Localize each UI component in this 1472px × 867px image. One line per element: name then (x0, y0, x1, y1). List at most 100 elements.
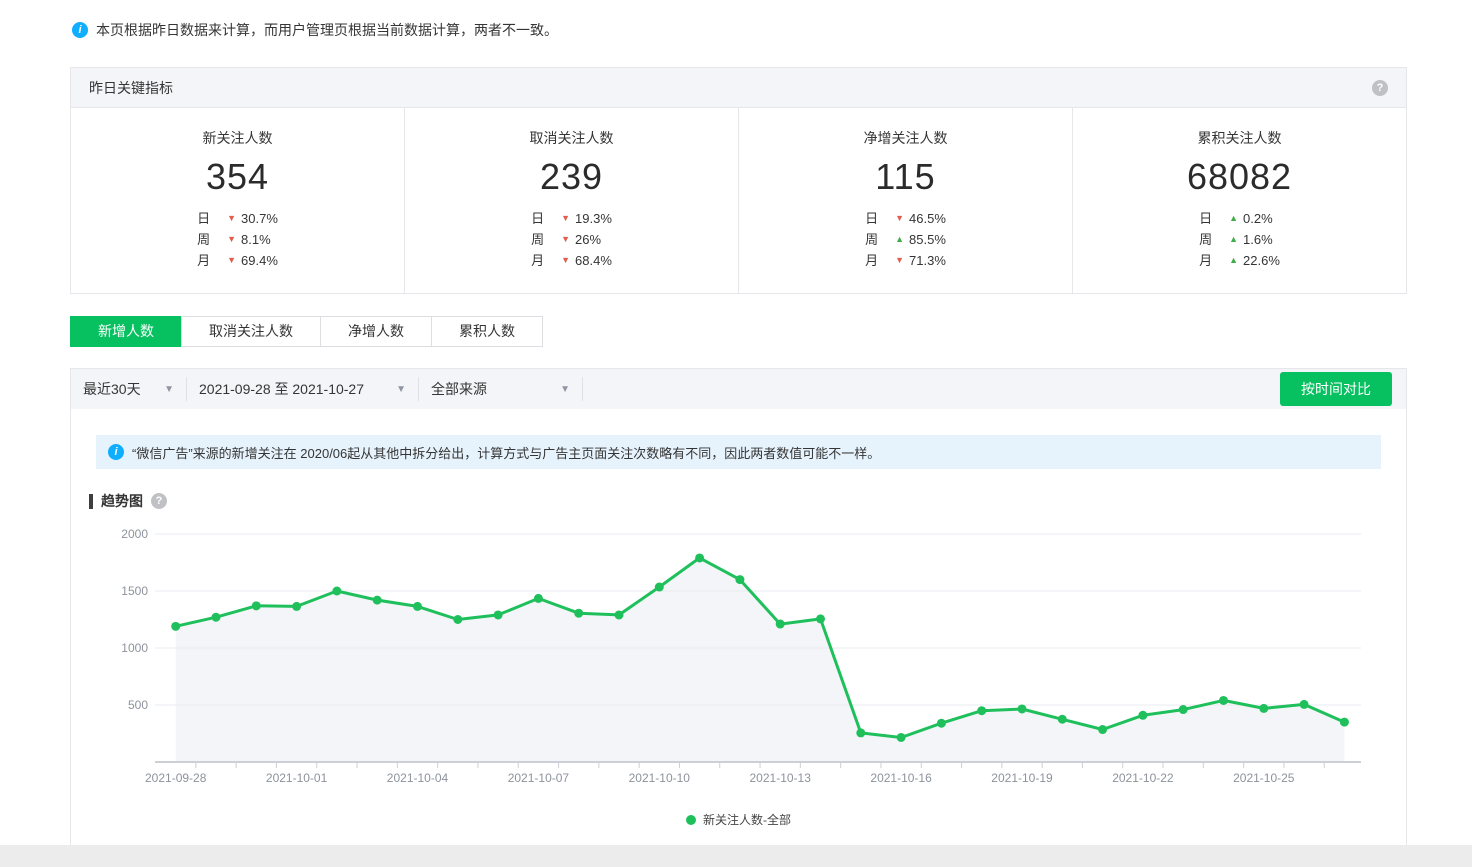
data-point[interactable] (735, 575, 745, 585)
wechat-ad-notice: i “微信广告”来源的新增关注在 2020/06起从其他中拆分给出，计算方式与广… (96, 435, 1381, 469)
metric-change-row: 月 ▼ 68.4% (531, 250, 612, 271)
down-arrow-icon: ▼ (561, 234, 571, 244)
metric-label: 取消关注人数 (529, 130, 614, 146)
down-arrow-icon: ▼ (895, 255, 905, 265)
metric-change-row: 周 ▲ 85.5% (865, 229, 946, 250)
data-point[interactable] (816, 614, 825, 624)
data-point[interactable] (1057, 714, 1067, 724)
help-icon[interactable]: ? (151, 493, 167, 509)
down-arrow-icon: ▼ (227, 213, 237, 223)
tab-净增人数[interactable]: 净增人数 (320, 316, 432, 347)
trend-line-chart: 500 1000 1500 2000 2021-09-28 2021-10-01 2021-… (121, 527, 1361, 785)
x-axis-tick-label: 2021-10-16 (870, 771, 932, 785)
change-percent: 85.5% (909, 232, 946, 247)
period-label: 日 (531, 211, 545, 226)
legend-item[interactable]: 新关注人数-全部 (71, 811, 1406, 828)
metric-tabs: 新增人数 取消关注人数 净增人数 累积人数 (70, 316, 1472, 347)
data-point[interactable] (1219, 695, 1228, 705)
data-point[interactable] (1098, 725, 1108, 735)
tab-新增人数[interactable]: 新增人数 (70, 316, 182, 347)
data-point[interactable] (775, 619, 785, 629)
data-point[interactable] (574, 608, 584, 618)
data-point[interactable] (251, 601, 261, 611)
metric-change-row: 月 ▼ 69.4% (197, 250, 278, 271)
data-point[interactable] (896, 732, 906, 742)
source-dropdown-label: 全部来源 (431, 381, 487, 397)
change-percent: 22.6% (1243, 253, 1280, 268)
data-point[interactable] (493, 610, 503, 620)
data-point[interactable] (936, 718, 946, 728)
metric-change-row: 月 ▼ 71.3% (865, 250, 946, 271)
data-point[interactable] (856, 728, 866, 738)
metric-change-row: 月 ▲ 22.6% (1199, 250, 1280, 271)
metric-value: 68082 (1186, 156, 1293, 197)
period-label: 月 (197, 253, 211, 268)
data-point[interactable] (1178, 705, 1188, 715)
change-percent: 1.6% (1243, 232, 1273, 247)
data-point[interactable] (1339, 717, 1349, 727)
trend-chart-title: 趋势图 (89, 493, 143, 509)
change-percent: 71.3% (909, 253, 946, 268)
change-percent: 8.1% (241, 232, 271, 247)
data-point[interactable] (1299, 699, 1309, 709)
down-arrow-icon: ▼ (561, 213, 571, 223)
data-point[interactable] (654, 582, 664, 592)
data-point[interactable] (1138, 710, 1148, 720)
data-point[interactable] (695, 553, 705, 563)
x-axis-tick-label: 2021-10-10 (629, 771, 691, 785)
metric-card: 取消关注人数 239 日 ▼ 19.3% 周 ▼ 26% 月 ▼ 68.4% (405, 108, 739, 293)
panel-title: 昨日关键指标 (89, 79, 173, 96)
data-point[interactable] (977, 706, 987, 716)
page-note-text: 本页根据昨日数据来计算，而用户管理页根据当前数据计算，两者不一致。 (96, 22, 558, 38)
filter-bar: 最近30天 ▼ 2021-09-28 至 2021-10-27 ▼ 全部来源 ▼… (71, 369, 1406, 409)
range-dropdown[interactable]: 最近30天 ▼ (71, 377, 187, 401)
metric-label: 累积关注人数 (1197, 130, 1282, 146)
change-percent: 26% (575, 232, 602, 247)
source-dropdown[interactable]: 全部来源 ▼ (419, 377, 583, 401)
data-point[interactable] (211, 612, 221, 622)
metric-card: 净增关注人数 115 日 ▼ 46.5% 周 ▲ 85.5% 月 ▼ 71.3% (739, 108, 1073, 293)
chevron-down-icon: ▼ (560, 383, 570, 395)
period-label: 月 (1199, 253, 1213, 268)
up-arrow-icon: ▲ (1229, 234, 1239, 244)
info-icon: i (72, 22, 88, 38)
x-axis-tick-label: 2021-10-13 (750, 771, 812, 785)
y-axis-tick-label: 500 (128, 698, 148, 712)
footer-strip (0, 845, 1472, 867)
range-dropdown-label: 最近30天 (83, 381, 141, 397)
compare-by-time-button[interactable]: 按时间对比 (1280, 372, 1392, 406)
page-note: i 本页根据昨日数据来计算，而用户管理页根据当前数据计算，两者不一致。 (0, 0, 1472, 40)
tab-取消关注人数[interactable]: 取消关注人数 (181, 316, 321, 347)
metric-card: 累积关注人数 68082 日 ▲ 0.2% 周 ▲ 1.6% 月 ▲ 22.6% (1073, 108, 1406, 293)
data-point[interactable] (292, 601, 302, 611)
help-icon[interactable]: ? (1372, 79, 1388, 96)
data-point[interactable] (453, 615, 463, 624)
chevron-down-icon: ▼ (396, 383, 406, 395)
data-point[interactable] (332, 586, 342, 596)
data-point[interactable] (1259, 703, 1269, 713)
data-point[interactable] (372, 595, 382, 605)
change-percent: 0.2% (1243, 211, 1273, 226)
series-area-fill (175, 557, 1345, 762)
tab-累积人数[interactable]: 累积人数 (431, 316, 543, 347)
period-label: 日 (865, 211, 879, 226)
data-point[interactable] (171, 621, 181, 631)
metric-label: 净增关注人数 (863, 130, 948, 146)
down-arrow-icon: ▼ (561, 255, 571, 265)
period-label: 月 (865, 253, 879, 268)
period-label: 周 (1199, 232, 1213, 247)
yesterday-metrics-panel: 昨日关键指标 ? 新关注人数 354 日 ▼ 30.7% 周 ▼ 8.1% 月 … (70, 67, 1407, 294)
data-point[interactable] (614, 610, 624, 620)
trend-panel: 最近30天 ▼ 2021-09-28 至 2021-10-27 ▼ 全部来源 ▼… (70, 368, 1407, 847)
data-point[interactable] (1017, 704, 1027, 714)
x-axis-tick-label: 2021-10-19 (991, 771, 1053, 785)
y-axis-tick-label: 1000 (121, 641, 148, 655)
data-point[interactable] (533, 593, 543, 603)
change-percent: 68.4% (575, 253, 612, 268)
x-axis-tick-label: 2021-09-28 (145, 771, 207, 785)
up-arrow-icon: ▲ (1229, 255, 1239, 265)
date-range-dropdown[interactable]: 2021-09-28 至 2021-10-27 ▼ (187, 377, 419, 401)
y-axis-tick-label: 1500 (121, 584, 148, 598)
data-point[interactable] (413, 601, 422, 611)
x-axis-tick-label: 2021-10-25 (1233, 771, 1295, 785)
